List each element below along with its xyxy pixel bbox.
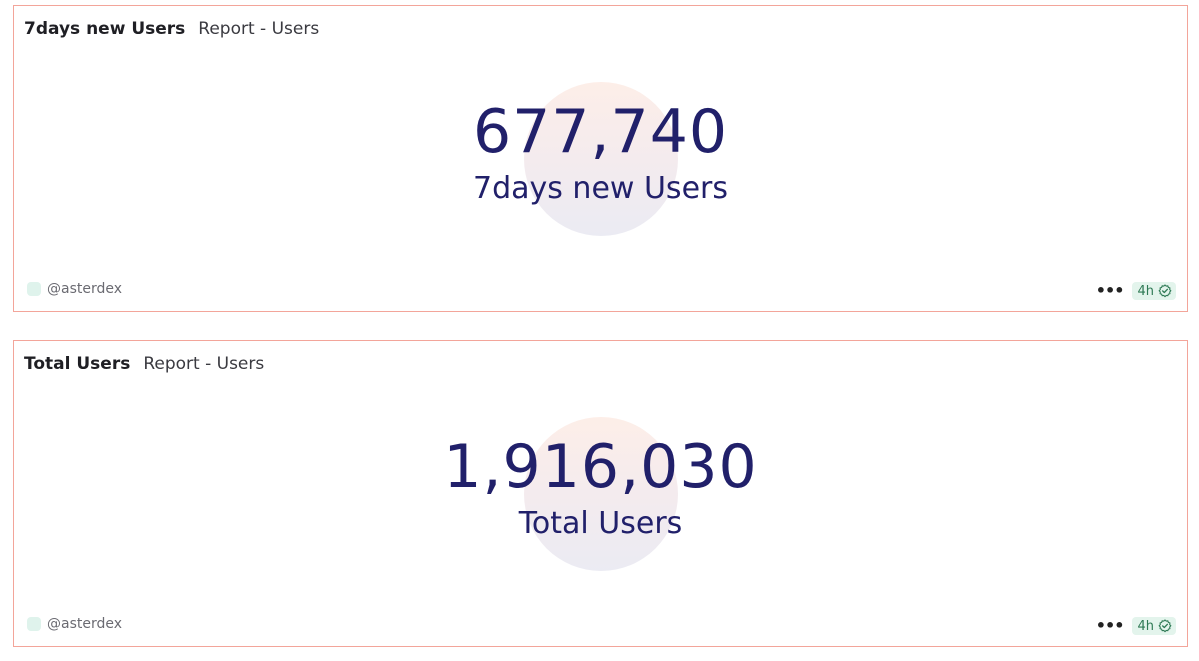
avatar — [27, 617, 41, 631]
panel-owner: @asterdex — [27, 616, 122, 632]
kpi-value: 1,916,030 — [443, 432, 758, 502]
check-circle-icon — [1158, 619, 1172, 633]
kpi-label: Total Users — [518, 506, 683, 541]
panel-header: 7days new Users Report - Users — [24, 19, 319, 39]
freshness-text: 4h — [1137, 283, 1154, 299]
freshness-badge[interactable]: 4h — [1132, 282, 1176, 300]
kpi-display: 677,740 7days new Users — [14, 82, 1187, 236]
panel-total-users: Total Users Report - Users 1,916,030 Tot… — [13, 340, 1188, 647]
panel-footer-actions: ••• 4h — [1096, 617, 1176, 635]
panel-subtitle[interactable]: Report - Users — [143, 354, 264, 374]
avatar — [27, 282, 41, 296]
kpi-value: 677,740 — [472, 97, 729, 167]
kpi-display: 1,916,030 Total Users — [14, 417, 1187, 571]
panel-footer-actions: ••• 4h — [1096, 282, 1176, 300]
freshness-text: 4h — [1137, 618, 1154, 634]
panel-7days-new-users: 7days new Users Report - Users 677,740 7… — [13, 5, 1188, 312]
panel-header: Total Users Report - Users — [24, 354, 264, 374]
more-horizontal-icon[interactable]: ••• — [1096, 618, 1125, 634]
panel-owner: @asterdex — [27, 281, 122, 297]
panel-subtitle[interactable]: Report - Users — [198, 19, 319, 39]
more-horizontal-icon[interactable]: ••• — [1096, 283, 1125, 299]
freshness-badge[interactable]: 4h — [1132, 617, 1176, 635]
panel-title[interactable]: 7days new Users — [24, 19, 185, 39]
owner-handle[interactable]: @asterdex — [47, 281, 122, 297]
panel-title[interactable]: Total Users — [24, 354, 130, 374]
kpi-label: 7days new Users — [473, 171, 728, 206]
check-circle-icon — [1158, 284, 1172, 298]
owner-handle[interactable]: @asterdex — [47, 616, 122, 632]
